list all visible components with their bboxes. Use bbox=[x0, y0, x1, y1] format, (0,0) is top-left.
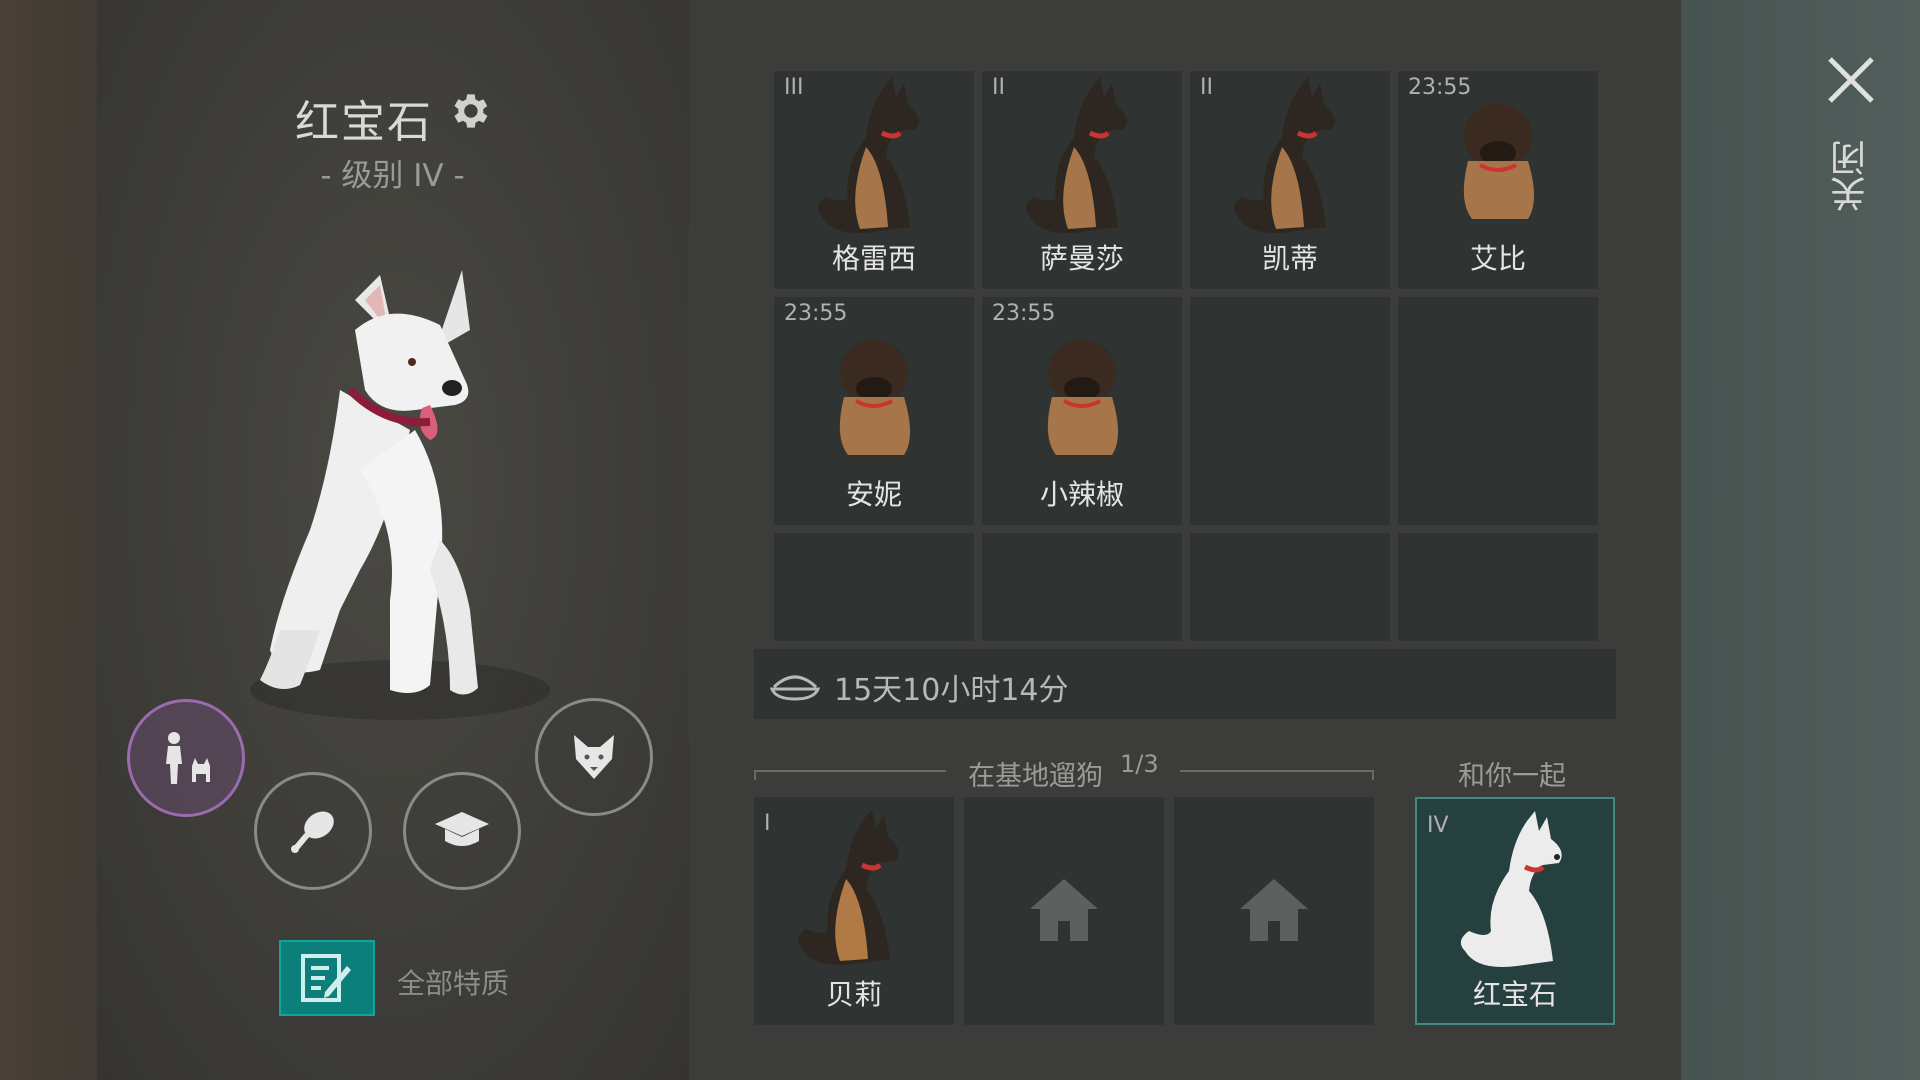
growth-timer: 23:55 bbox=[784, 301, 848, 326]
kennel-slot[interactable]: 23:55 小辣椒 bbox=[982, 297, 1182, 525]
dog-name: 小辣椒 bbox=[1039, 478, 1124, 511]
kennel-slot-empty[interactable] bbox=[1398, 297, 1598, 525]
shepherd-dog-icon bbox=[797, 809, 899, 965]
pet-3d-model bbox=[250, 270, 550, 720]
with-you-label: 和你一起 bbox=[1458, 761, 1566, 792]
dog-name: 萨曼莎 bbox=[1039, 242, 1124, 275]
close-icon[interactable] bbox=[1826, 55, 1876, 105]
growth-timer: 23:55 bbox=[992, 301, 1056, 326]
all-traits-label: 全部特质 bbox=[397, 967, 510, 1000]
dog-rank: II bbox=[992, 75, 1005, 100]
dog-rank: III bbox=[784, 75, 804, 100]
notes-icon bbox=[301, 954, 351, 1002]
kennel-slot[interactable]: 23:55 艾比 bbox=[1398, 71, 1598, 289]
dog-rank: I bbox=[764, 811, 771, 836]
puppy-icon bbox=[1047, 340, 1118, 455]
dog-rank: II bbox=[1200, 75, 1213, 100]
feed-button[interactable] bbox=[254, 772, 372, 890]
close-button[interactable]: 关闭 bbox=[1831, 140, 1872, 212]
kennel-slot-empty[interactable] bbox=[982, 533, 1182, 641]
puppy-icon bbox=[1463, 104, 1534, 219]
shepherd-dog-icon bbox=[1233, 77, 1335, 233]
home-icon bbox=[1030, 879, 1098, 941]
kennel-slot[interactable]: II 凯蒂 bbox=[1190, 71, 1390, 289]
pet-name: 红宝石 bbox=[295, 97, 433, 148]
shepherd-dog-icon bbox=[1025, 77, 1127, 233]
kennel-slot[interactable]: II 萨曼莎 bbox=[982, 71, 1182, 289]
kennel-slot-empty[interactable] bbox=[1190, 533, 1390, 641]
meat-icon bbox=[291, 811, 334, 853]
all-traits-button[interactable] bbox=[279, 940, 375, 1016]
food-bowl-icon bbox=[770, 675, 820, 701]
kennel-slot-empty[interactable] bbox=[1398, 533, 1598, 641]
dog-name: 凯蒂 bbox=[1261, 242, 1318, 275]
companion-slot[interactable]: IV 红宝石 bbox=[1415, 797, 1615, 1025]
white-dog-icon bbox=[1460, 811, 1562, 967]
divider bbox=[1180, 770, 1374, 772]
divider bbox=[754, 770, 756, 780]
dog-breed-button[interactable] bbox=[535, 698, 653, 816]
divider bbox=[754, 770, 946, 772]
dog-name: 安妮 bbox=[845, 478, 902, 511]
dog-name: 贝莉 bbox=[825, 978, 882, 1011]
puppy-icon bbox=[839, 340, 910, 455]
kennel-slot[interactable]: 23:55 安妮 bbox=[774, 297, 974, 525]
person-with-dog-icon bbox=[166, 732, 210, 784]
walk-with-player-button[interactable] bbox=[127, 699, 245, 817]
kennel-slot-empty[interactable] bbox=[774, 533, 974, 641]
divider bbox=[1372, 770, 1374, 780]
walking-slot-empty[interactable] bbox=[1174, 797, 1374, 1025]
dog-rank: IV bbox=[1427, 813, 1449, 838]
walking-label: 在基地遛狗 bbox=[968, 761, 1103, 792]
kennel-slot-empty[interactable] bbox=[1190, 297, 1390, 525]
graduation-cap-icon bbox=[435, 812, 489, 846]
dog-name: 格雷西 bbox=[831, 242, 916, 275]
pet-level: - 级别 IV - bbox=[320, 158, 465, 194]
training-button[interactable] bbox=[403, 772, 521, 890]
walking-count: 1/3 bbox=[1120, 750, 1159, 778]
walking-slot[interactable]: I 贝莉 bbox=[754, 797, 954, 1025]
dog-head-icon bbox=[574, 735, 614, 779]
food-time-remaining: 15天10小时14分 bbox=[834, 673, 1069, 708]
dog-name: 红宝石 bbox=[1472, 978, 1557, 1011]
food-supply-bar: 15天10小时14分 bbox=[754, 649, 1616, 719]
home-icon bbox=[1240, 879, 1308, 941]
shepherd-dog-icon bbox=[817, 77, 919, 233]
walking-slot-empty[interactable] bbox=[964, 797, 1164, 1025]
close-strip bbox=[1681, 0, 1920, 1080]
kennel-slot[interactable]: III 格雷西 bbox=[774, 71, 974, 289]
dog-name: 艾比 bbox=[1469, 242, 1526, 275]
gear-icon[interactable] bbox=[446, 88, 492, 134]
